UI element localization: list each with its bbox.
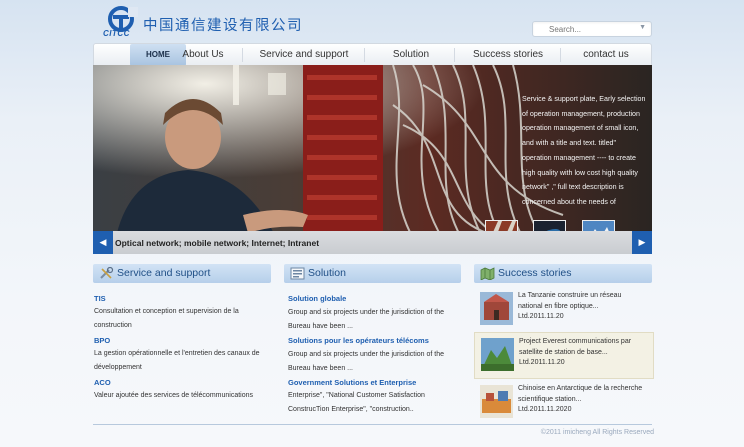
service-link-tis[interactable]: TIS <box>94 294 106 303</box>
tools-icon <box>100 267 114 279</box>
story-text: Chinoise en Antarctique de la recherche … <box>518 384 648 416</box>
service-title: Service and support <box>117 267 211 279</box>
story-date: Ltd.2011.11.20 <box>518 313 564 321</box>
service-desc: Consultation et conception et supervisio… <box>94 305 239 333</box>
service-link-aco[interactable]: ACO <box>94 378 111 387</box>
stories-title: Success stories <box>498 267 572 279</box>
map-icon <box>480 267 495 280</box>
search-input[interactable] <box>549 23 629 35</box>
solution-heading: Solution <box>284 264 461 283</box>
solution-desc: Group and six projects under the jurisdi… <box>288 306 444 334</box>
story-date: Ltd.2011.11.2020 <box>518 406 572 414</box>
story-thumbnail <box>480 292 513 325</box>
story-title-line: La Tanzanie construire un réseau <box>518 292 622 299</box>
solution-link-operateurs[interactable]: Solutions pour les opérateurs télécoms <box>288 336 429 345</box>
solution-desc-line: Group and six projects under the jurisdi… <box>288 351 445 358</box>
story-title-line: national en fibre optique... <box>518 302 599 310</box>
solution-title: Solution <box>308 267 346 279</box>
service-desc-line: construction <box>94 322 132 329</box>
service-desc: La gestion opérationnelle et l'entretien… <box>94 347 260 375</box>
company-name: 中国通信建设有限公司 <box>143 18 303 34</box>
solution-desc: Enterprise", "National Customer Satisfac… <box>288 389 425 417</box>
nav-divider <box>364 48 365 62</box>
service-desc-line: développement <box>94 364 142 371</box>
nav-divider <box>560 48 561 62</box>
chevron-down-icon[interactable]: ▼ <box>639 24 646 31</box>
nav-divider <box>242 48 243 62</box>
solution-desc-line: Group and six projects under the jurisdi… <box>288 309 445 316</box>
service-desc-line: Valeur ajoutée des services de télécommu… <box>94 392 254 399</box>
banner-description: Service & support plate, Early selection… <box>522 95 646 206</box>
story-date: Ltd.2011.11.20 <box>519 359 565 367</box>
solution-desc-line: Bureau have been ... <box>288 365 353 372</box>
story-text: Project Everest communications par satel… <box>519 337 649 369</box>
banner-caption: Optical network; mobile network; Interne… <box>115 238 320 248</box>
service-desc-line: Consultation et conception et supervisio… <box>94 308 239 315</box>
search-box: ▼ <box>532 21 652 37</box>
story-item[interactable]: Chinoise en Antarctique de la recherche … <box>474 380 654 426</box>
nav-service-support[interactable]: Service and support <box>248 44 360 66</box>
nav-about-us[interactable]: About Us <box>168 44 238 66</box>
service-link-bpo[interactable]: BPO <box>94 336 110 345</box>
story-item[interactable]: Project Everest communications par satel… <box>474 332 654 379</box>
chevron-right-icon[interactable]: ▶ <box>632 231 652 254</box>
document-icon <box>290 267 305 280</box>
logo-text: CITCC <box>103 29 130 38</box>
nav-contact-us[interactable]: contact us <box>564 44 648 66</box>
story-title-line: Project Everest communications par <box>519 338 632 345</box>
nav-solution[interactable]: Solution <box>376 44 446 66</box>
nav-divider <box>454 48 455 62</box>
solution-desc: Group and six projects under the jurisdi… <box>288 348 444 376</box>
story-text: La Tanzanie construire un réseau nationa… <box>518 291 648 323</box>
stories-heading: Success stories <box>474 264 652 283</box>
story-title-line: satellite de station de base... <box>519 348 608 356</box>
story-thumbnail <box>481 338 514 371</box>
story-thumbnail <box>480 385 513 418</box>
solution-desc-line: Bureau have been ... <box>288 323 353 330</box>
main-nav: HOME About Us Service and support Soluti… <box>93 43 652 66</box>
solution-desc-line: ConstrucTion Enterprise", "construction.… <box>288 406 414 413</box>
solution-link-government[interactable]: Government Solutions et Enterprise <box>288 378 416 387</box>
nav-success-stories[interactable]: Success stories <box>460 44 556 66</box>
footer-copyright: ©2011 imicheng All Rights Reserved <box>540 429 654 436</box>
chevron-left-icon[interactable]: ◀ <box>93 231 113 254</box>
service-heading: Service and support <box>93 264 271 283</box>
story-title-line: scientifique station... <box>518 395 582 403</box>
solution-desc-line: Enterprise", "National Customer Satisfac… <box>288 392 425 399</box>
page: CITCC 中国通信建设有限公司 ▼ HOME About Us Service… <box>0 0 744 447</box>
service-desc-line: La gestion opérationnelle et l'entretien… <box>94 350 260 357</box>
service-desc: Valeur ajoutée des services de télécommu… <box>94 389 253 403</box>
story-title-line: Chinoise en Antarctique de la recherche <box>518 385 643 392</box>
footer-divider <box>93 424 652 425</box>
solution-link-globale[interactable]: Solution globale <box>288 294 346 303</box>
story-item[interactable]: La Tanzanie construire un réseau nationa… <box>474 287 654 333</box>
